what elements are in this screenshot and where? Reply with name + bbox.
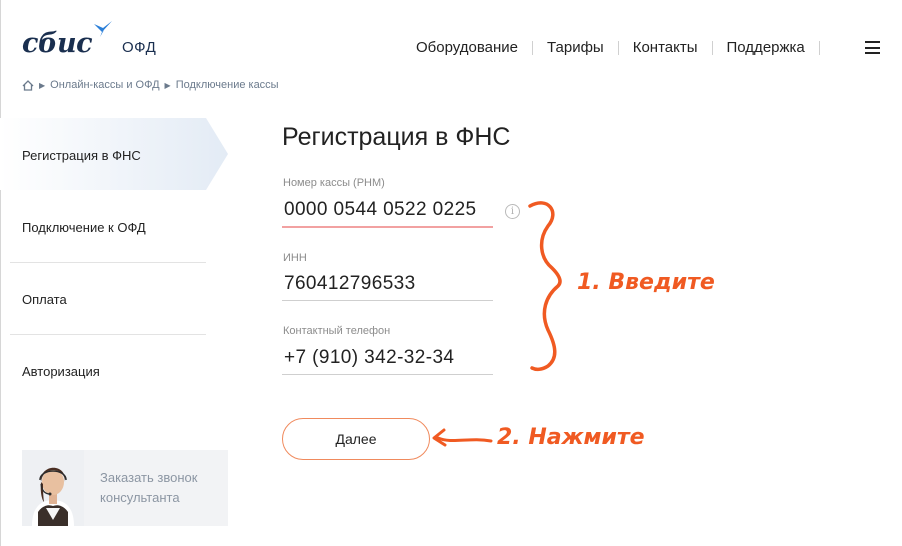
annotation-step-click: 2. Нажмите	[497, 425, 645, 450]
curly-brace-icon	[528, 201, 562, 372]
arrow-icon	[436, 436, 493, 443]
annotation-drawing	[432, 201, 562, 447]
annotation-step-enter: 1. Введите	[577, 270, 715, 295]
